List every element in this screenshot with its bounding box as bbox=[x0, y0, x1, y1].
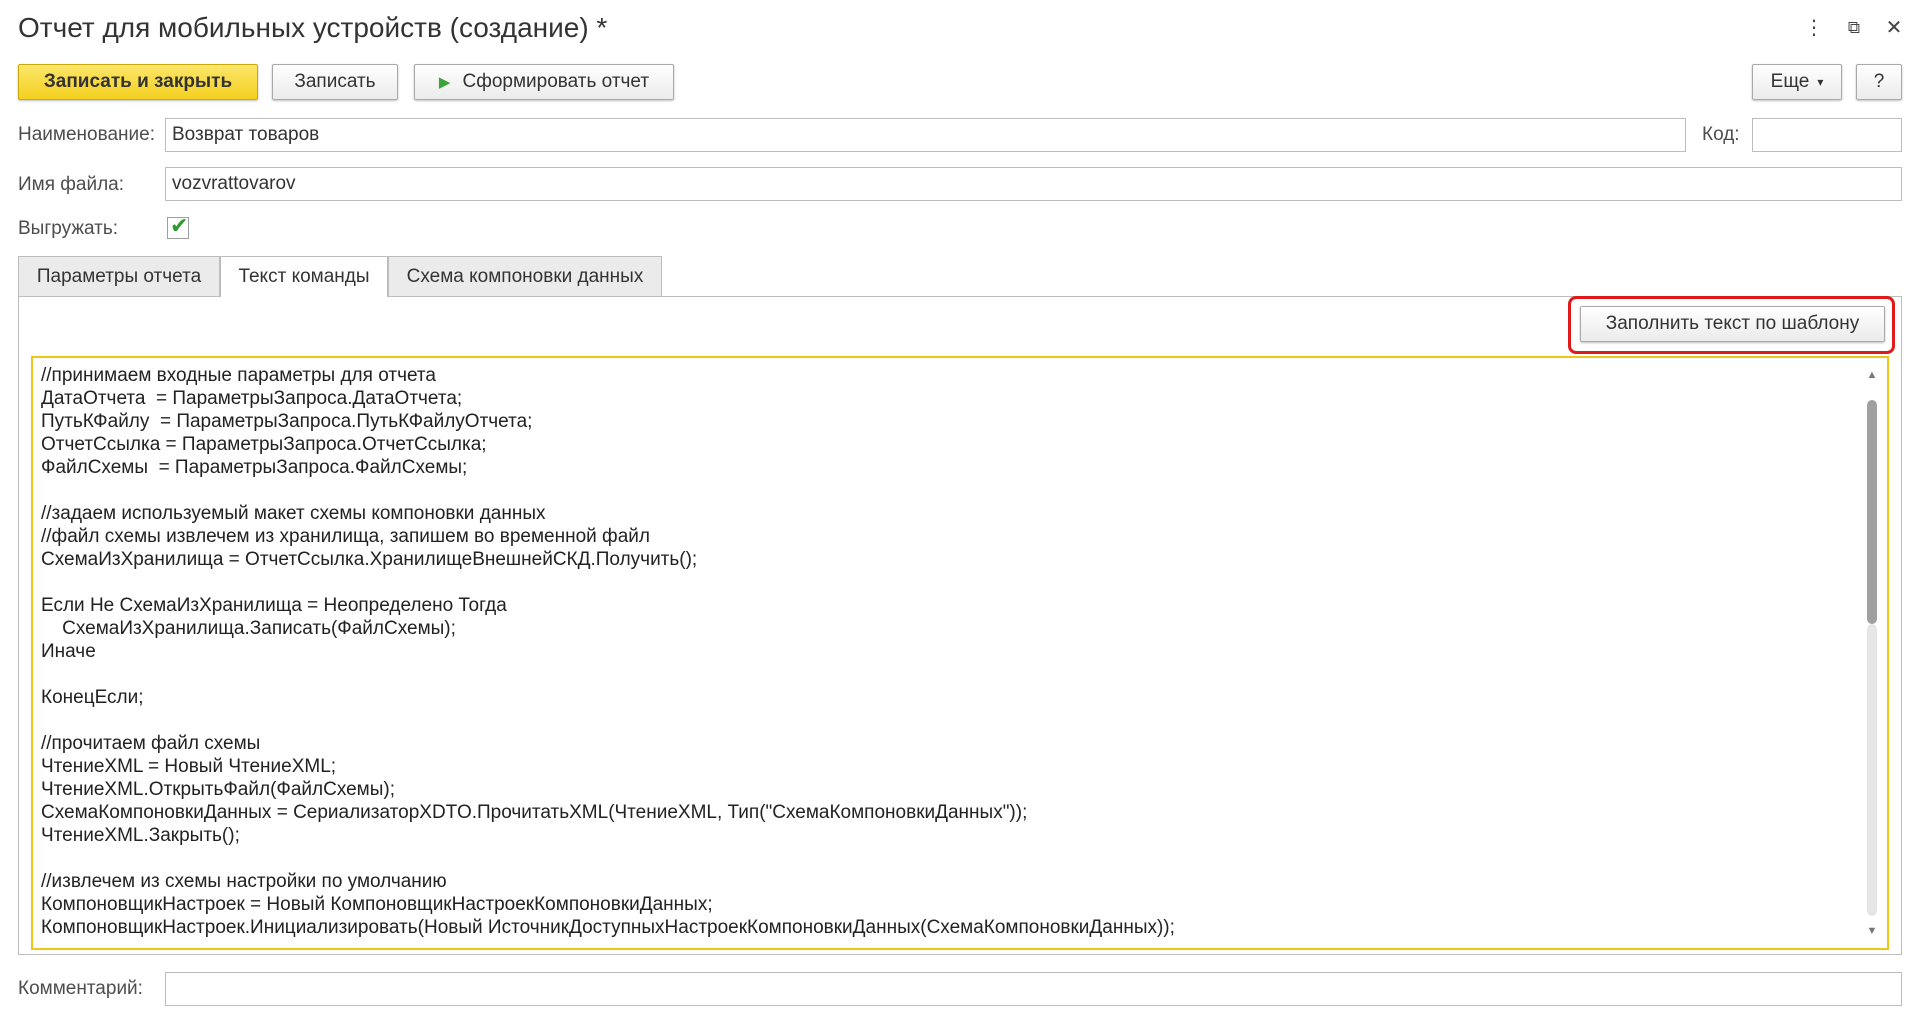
code-line[interactable]: ФайлСхемы = ПараметрыЗапроса.ФайлСхемы; bbox=[41, 456, 1851, 479]
code-line[interactable]: //прочитаем файл схемы bbox=[41, 732, 1851, 755]
export-label: Выгружать: bbox=[18, 218, 119, 239]
name-label: Наименование: bbox=[18, 124, 155, 145]
vertical-scrollbar[interactable]: ▲ ▼ bbox=[1865, 368, 1879, 938]
play-icon: ▶ bbox=[438, 74, 451, 91]
code-line[interactable]: ЧтениеXML.Закрыть(); bbox=[41, 824, 1851, 847]
more-menu-icon[interactable]: ⋮ bbox=[1800, 14, 1828, 42]
comment-label: Комментарий: bbox=[18, 978, 143, 999]
code-line[interactable]: СхемаКомпоновкиДанных = СериализаторXDTO… bbox=[41, 801, 1851, 824]
filename-field[interactable]: vozvrattovarov bbox=[165, 167, 1902, 201]
code-label: Код: bbox=[1702, 124, 1740, 145]
export-checkbox[interactable]: ✔ bbox=[167, 213, 189, 239]
code-text[interactable]: //принимаем входные параметры для отчета… bbox=[41, 364, 1851, 939]
more-label: Еще bbox=[1770, 71, 1810, 92]
close-icon[interactable]: ✕ bbox=[1880, 14, 1908, 42]
filename-label: Имя файла: bbox=[18, 174, 125, 195]
code-line[interactable]: СхемаИзХранилища = ОтчетСсылка.Хранилище… bbox=[41, 548, 1851, 571]
scroll-up-icon[interactable]: ▲ bbox=[1865, 368, 1879, 382]
code-line[interactable]: ЧтениеXML.ОткрытьФайл(ФайлСхемы); bbox=[41, 778, 1851, 801]
code-line[interactable]: //файл схемы извлечем из хранилища, запи… bbox=[41, 525, 1851, 548]
fill-template-button[interactable]: Заполнить текст по шаблону bbox=[1580, 306, 1885, 342]
generate-report-label: Сформировать отчет bbox=[462, 71, 650, 92]
tab-command-text[interactable]: Текст команды bbox=[220, 256, 388, 297]
scroll-down-icon[interactable]: ▼ bbox=[1865, 924, 1879, 938]
save-button[interactable]: Записать bbox=[272, 64, 398, 100]
code-editor[interactable]: //принимаем входные параметры для отчета… bbox=[31, 356, 1889, 950]
checkmark-icon: ✔ bbox=[170, 213, 189, 238]
more-button[interactable]: Еще ▾ bbox=[1752, 64, 1842, 100]
comment-field[interactable] bbox=[165, 972, 1902, 1006]
scroll-rail[interactable] bbox=[1867, 624, 1877, 916]
save-and-close-button[interactable]: Записать и закрыть bbox=[18, 64, 258, 100]
code-line[interactable] bbox=[41, 663, 1851, 686]
code-line[interactable]: КомпоновщикНастроек = Новый КомпоновщикН… bbox=[41, 893, 1851, 916]
code-line[interactable]: КонецЕсли; bbox=[41, 686, 1851, 709]
code-line[interactable]: Иначе bbox=[41, 640, 1851, 663]
code-line[interactable]: ДатаОтчета = ПараметрыЗапроса.ДатаОтчета… bbox=[41, 387, 1851, 410]
tab-report-parameters[interactable]: Параметры отчета bbox=[18, 256, 220, 296]
code-line[interactable]: СхемаИзХранилища.Записать(ФайлСхемы); bbox=[41, 617, 1851, 640]
code-line[interactable] bbox=[41, 571, 1851, 594]
code-line[interactable]: ЧтениеXML = Новый ЧтениеXML; bbox=[41, 755, 1851, 778]
code-line[interactable] bbox=[41, 709, 1851, 732]
code-line[interactable]: //задаем используемый макет схемы компон… bbox=[41, 502, 1851, 525]
code-field[interactable] bbox=[1752, 118, 1902, 152]
tab-data-composition-schema[interactable]: Схема компоновки данных bbox=[388, 256, 662, 296]
code-line[interactable]: //извлечем из схемы настройки по умолчан… bbox=[41, 870, 1851, 893]
generate-report-button[interactable]: ▶ Сформировать отчет bbox=[414, 64, 674, 100]
window-title: Отчет для мобильных устройств (создание)… bbox=[18, 12, 608, 43]
help-button[interactable]: ? bbox=[1856, 64, 1902, 100]
code-line[interactable] bbox=[41, 847, 1851, 870]
name-field[interactable]: Возврат товаров bbox=[165, 118, 1686, 152]
code-line[interactable]: ПутьКФайлу = ПараметрыЗапроса.ПутьКФайлу… bbox=[41, 410, 1851, 433]
code-line[interactable]: //принимаем входные параметры для отчета bbox=[41, 364, 1851, 387]
code-line[interactable]: ОтчетСсылка = ПараметрыЗапроса.ОтчетСсыл… bbox=[41, 433, 1851, 456]
code-line[interactable]: Если Не СхемаИзХранилища = Неопределено … bbox=[41, 594, 1851, 617]
scroll-thumb[interactable] bbox=[1867, 400, 1877, 624]
code-line[interactable]: КомпоновщикНастроек.Инициализировать(Нов… bbox=[41, 916, 1851, 939]
chevron-down-icon: ▾ bbox=[1817, 75, 1824, 89]
restore-window-icon[interactable]: ⧉ bbox=[1840, 14, 1868, 42]
code-line[interactable] bbox=[41, 479, 1851, 502]
